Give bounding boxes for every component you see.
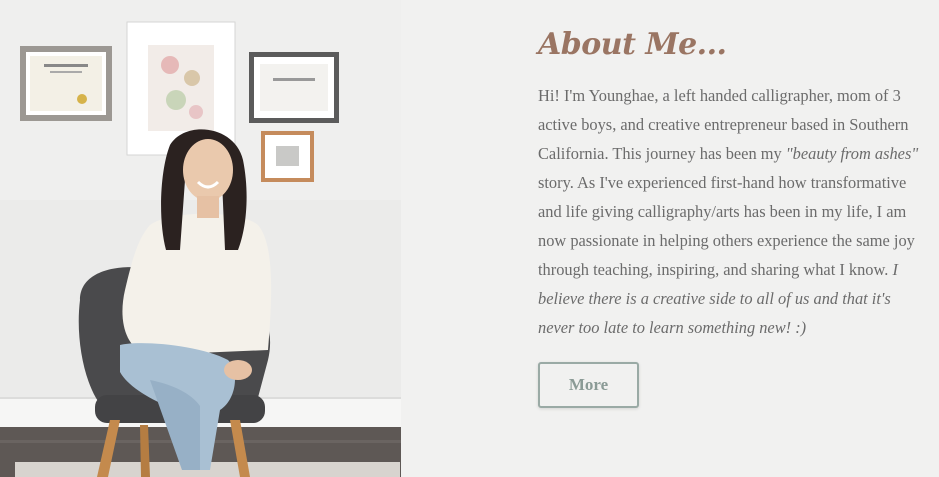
about-heading: About Me... (538, 27, 727, 62)
bio-quote: "beauty from ashes" (785, 144, 919, 163)
more-button[interactable]: More (538, 362, 639, 408)
bio-text-part2: story. As I've experienced first-hand ho… (538, 173, 915, 279)
about-content: About Me... Hi! I'm Younghae, a left han… (538, 26, 930, 408)
portrait-photo (0, 0, 401, 477)
about-section: About Me... Hi! I'm Younghae, a left han… (0, 0, 939, 477)
about-bio: Hi! I'm Younghae, a left handed calligra… (538, 81, 930, 342)
